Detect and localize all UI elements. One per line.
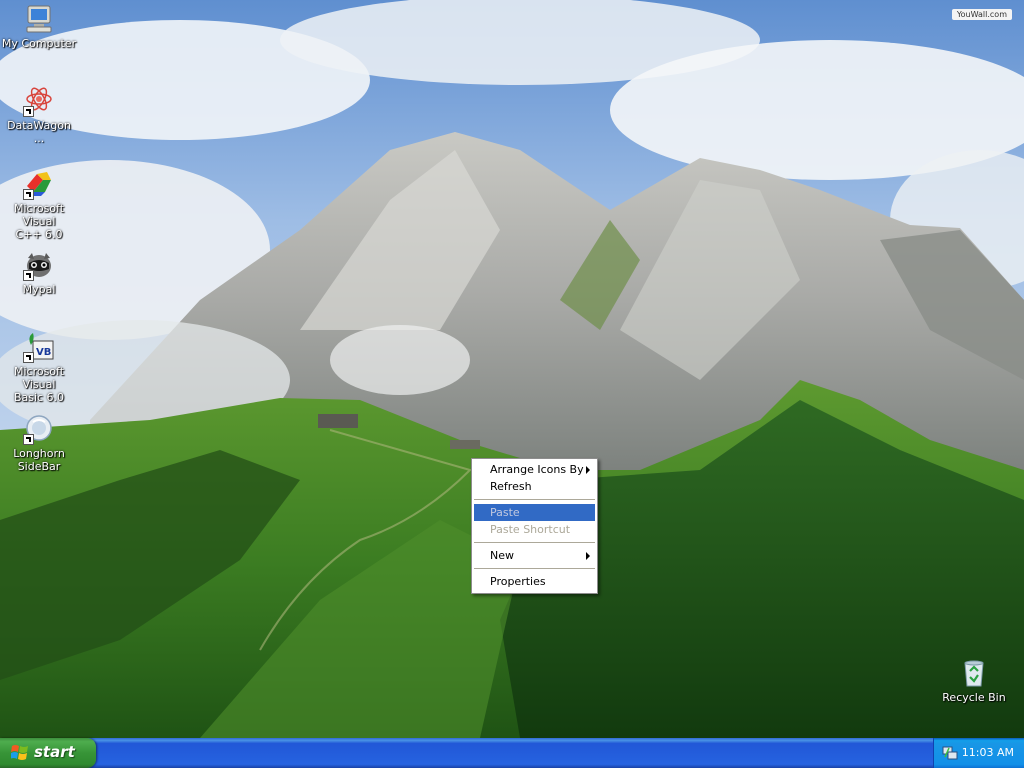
desktop-icon-label: My Computer <box>1 37 77 50</box>
visual-cpp-icon <box>23 168 55 200</box>
submenu-arrow-icon <box>586 552 590 560</box>
desktop-icon-mypal[interactable]: Mypal <box>1 249 77 296</box>
desktop-icon-visual-basic[interactable]: VB Microsoft Visual Basic 6.0 <box>1 331 77 404</box>
my-computer-icon <box>23 3 55 35</box>
desktop[interactable]: YouWall.com My Computer DataWagon ... Mi… <box>0 0 1024 738</box>
longhorn-sidebar-icon <box>23 413 55 445</box>
shortcut-arrow-icon <box>23 434 34 445</box>
menu-item-new[interactable]: New <box>472 547 597 564</box>
shortcut-arrow-icon <box>23 352 34 363</box>
wallpaper <box>0 0 1024 738</box>
taskbar[interactable]: start 11:03 AM <box>0 738 1024 768</box>
menu-item-arrange-icons-by[interactable]: Arrange Icons By <box>472 461 597 478</box>
svg-text:VB: VB <box>36 347 51 358</box>
menu-item-label: New <box>490 549 514 562</box>
desktop-icon-label: Microsoft Visual Basic 6.0 <box>13 365 65 404</box>
desktop-icon-label: Longhorn SideBar <box>13 447 65 473</box>
visual-basic-icon: VB <box>23 331 55 363</box>
shortcut-arrow-icon <box>23 189 34 200</box>
menu-item-properties[interactable]: Properties <box>472 573 597 590</box>
menu-item-label: Properties <box>490 575 546 588</box>
desktop-icon-datawagon[interactable]: DataWagon ... <box>1 85 77 145</box>
menu-item-label: Paste Shortcut <box>490 523 571 536</box>
recycle-bin-icon <box>958 657 990 689</box>
menu-item-paste[interactable]: Paste <box>474 504 595 521</box>
desktop-icon-visual-cpp[interactable]: Microsoft Visual C++ 6.0 <box>1 168 77 241</box>
desktop-icon-label: Microsoft Visual C++ 6.0 <box>13 202 65 241</box>
menu-item-label: Refresh <box>490 480 532 493</box>
network-icon[interactable] <box>942 745 958 761</box>
start-button[interactable]: start <box>0 738 96 768</box>
menu-item-label: Arrange Icons By <box>490 463 584 476</box>
desktop-context-menu: Arrange Icons By Refresh Paste Paste Sho… <box>471 458 598 594</box>
clock[interactable]: 11:03 AM <box>962 746 1014 759</box>
windows-flag-icon <box>11 745 28 760</box>
desktop-icon-recycle-bin[interactable]: Recycle Bin <box>936 657 1012 704</box>
shortcut-arrow-icon <box>23 106 34 117</box>
system-tray: 11:03 AM <box>933 738 1024 768</box>
menu-separator <box>474 568 595 569</box>
datawagon-icon <box>23 85 55 117</box>
start-label: start <box>34 743 75 761</box>
menu-separator <box>474 499 595 500</box>
menu-item-refresh[interactable]: Refresh <box>472 478 597 495</box>
menu-separator <box>474 542 595 543</box>
shortcut-arrow-icon <box>23 270 34 281</box>
desktop-icon-my-computer[interactable]: My Computer <box>1 3 77 50</box>
menu-item-label: Paste <box>490 506 520 519</box>
wallpaper-watermark: YouWall.com <box>951 9 1012 20</box>
submenu-arrow-icon <box>586 466 590 474</box>
desktop-icon-label: Recycle Bin <box>942 691 1006 704</box>
menu-item-paste-shortcut[interactable]: Paste Shortcut <box>472 521 597 538</box>
desktop-icon-label: Mypal <box>22 283 56 296</box>
desktop-icon-longhorn-sidebar[interactable]: Longhorn SideBar <box>1 413 77 473</box>
mypal-icon <box>23 249 55 281</box>
desktop-icon-label: DataWagon ... <box>7 119 71 145</box>
